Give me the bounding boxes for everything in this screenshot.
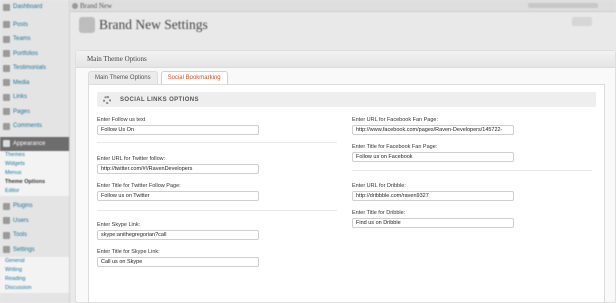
tab-content: SOCIAL LINKS OPTIONS Enter Follow us tex… bbox=[88, 84, 605, 303]
options-tabs: Main Theme Options Social Bookmarking bbox=[88, 71, 231, 84]
facebook-title-field-group: Enter Title for Facebook Fan Page: bbox=[352, 143, 514, 162]
skype-link-field-group: Enter Skype Link: bbox=[97, 221, 259, 240]
sidebar-item-label: Plugins bbox=[13, 203, 33, 210]
comment-icon bbox=[3, 122, 10, 130]
sidebar-item-label: Teams bbox=[13, 36, 31, 43]
dribble-title-field-group: Enter Title for Dribble: bbox=[352, 209, 514, 228]
dashboard-icon bbox=[3, 3, 10, 11]
sidebar-item-links[interactable]: Links bbox=[0, 90, 69, 105]
sidebar-item-label: Comments bbox=[13, 123, 43, 130]
sidebar-subitem-theme-options[interactable]: Theme Options bbox=[0, 178, 69, 187]
sidebar-item-portfolios[interactable]: Portfolios bbox=[0, 47, 69, 62]
sidebar-subitem-reading[interactable]: Reading bbox=[0, 275, 69, 284]
sidebar-subitem-editor[interactable]: Editor bbox=[0, 187, 69, 196]
link-icon bbox=[3, 93, 10, 101]
sidebar-item-media[interactable]: Media bbox=[0, 76, 69, 91]
twitter-title-field-group: Enter Title for Twitter Follow Page: bbox=[97, 182, 259, 201]
sidebar-item-pages[interactable]: Pages bbox=[0, 105, 69, 120]
sidebar-subitem-writing[interactable]: Writing bbox=[0, 266, 69, 275]
facebook-url-input[interactable] bbox=[352, 125, 514, 135]
sidebar-subitem-widgets[interactable]: Widgets bbox=[0, 160, 69, 169]
sidebar-item-users[interactable]: Users bbox=[0, 214, 69, 229]
dribble-title-input[interactable] bbox=[352, 218, 514, 228]
follow-text-field-group: Enter Follow us text bbox=[97, 116, 259, 135]
help-button[interactable] bbox=[572, 17, 592, 26]
sidebar-item-label: Settings bbox=[13, 246, 35, 253]
facebook-title-input[interactable] bbox=[352, 152, 514, 162]
sidebar-item-label: Appearance bbox=[13, 140, 46, 147]
tab-main-theme-options[interactable]: Main Theme Options bbox=[88, 71, 158, 84]
sidebar-item-label: Pages bbox=[13, 108, 31, 115]
panel-title: Main Theme Options bbox=[76, 51, 615, 68]
plugin-icon bbox=[3, 202, 10, 210]
sidebar-item-posts[interactable]: Posts bbox=[0, 18, 69, 33]
page-title: Brand New Settings bbox=[99, 17, 208, 32]
twitter-url-input[interactable] bbox=[97, 164, 259, 174]
dribble-url-field-group: Enter URL for Dribble: bbox=[352, 182, 514, 201]
sidebar-item-comments[interactable]: Comments bbox=[0, 119, 69, 134]
field-label: Enter Title for Dribble: bbox=[352, 210, 406, 216]
skype-title-input[interactable] bbox=[97, 257, 259, 267]
divider bbox=[97, 210, 337, 211]
tools-icon bbox=[3, 231, 10, 239]
settings-icon bbox=[3, 246, 10, 254]
field-label: Enter Title for Twitter Follow Page: bbox=[97, 183, 181, 189]
skype-title-field-group: Enter Title for Skype Link: bbox=[97, 248, 259, 267]
pin-icon bbox=[3, 35, 10, 43]
media-icon bbox=[3, 79, 10, 87]
field-label: Enter Title for Facebook Fan Page: bbox=[352, 144, 438, 150]
appearance-icon bbox=[3, 140, 10, 148]
user-menu[interactable] bbox=[528, 3, 598, 8]
field-label: Enter Title for Skype Link: bbox=[97, 249, 160, 255]
sidebar-item-label: Links bbox=[13, 94, 28, 101]
sidebar-item-tools[interactable]: Tools bbox=[0, 228, 69, 243]
sidebar-item-label: Tools bbox=[13, 232, 28, 239]
admin-topbar: Brand New bbox=[70, 0, 616, 12]
facebook-url-field-group: Enter URL for Facebook Fan Page: bbox=[352, 116, 514, 135]
tab-social-bookmarking[interactable]: Social Bookmarking bbox=[160, 71, 228, 84]
gear-icon bbox=[103, 95, 111, 104]
sidebar-item-dashboard[interactable]: Dashboard bbox=[0, 0, 69, 15]
sidebar-item-label: Dashboard bbox=[13, 4, 43, 11]
sidebar-subitem-themes[interactable]: Themes bbox=[0, 151, 69, 160]
sidebar-item-label: Testimonials bbox=[13, 65, 47, 72]
dribble-url-input[interactable] bbox=[352, 191, 514, 201]
field-label: Enter Skype Link: bbox=[97, 222, 141, 228]
sidebar-item-settings[interactable]: Settings bbox=[0, 243, 69, 258]
sidebar-item-label: Portfolios bbox=[13, 50, 39, 57]
sidebar-item-teams[interactable]: Teams bbox=[0, 32, 69, 47]
pin-icon bbox=[3, 64, 10, 72]
site-icon bbox=[72, 3, 78, 9]
skype-link-input[interactable] bbox=[97, 230, 259, 240]
page-icon bbox=[3, 108, 10, 116]
sidebar-subitem-discussion[interactable]: Discussion bbox=[0, 284, 69, 293]
follow-text-input[interactable] bbox=[97, 125, 259, 135]
sidebar-item-label: Media bbox=[13, 79, 30, 86]
sidebar-item-testimonials[interactable]: Testimonials bbox=[0, 61, 69, 76]
twitter-title-input[interactable] bbox=[97, 191, 259, 201]
site-name[interactable]: Brand New bbox=[80, 2, 112, 10]
sidebar-subitem-menus[interactable]: Menus bbox=[0, 169, 69, 178]
sidebar-item-appearance[interactable]: Appearance bbox=[0, 136, 69, 151]
section-title: SOCIAL LINKS OPTIONS bbox=[120, 96, 199, 103]
pin-icon bbox=[3, 50, 10, 58]
sidebar-item-label: Users bbox=[13, 217, 29, 224]
field-label: Enter Follow us text bbox=[97, 117, 146, 123]
admin-sidebar: Dashboard Posts Teams Portfolios Testimo… bbox=[0, 0, 70, 303]
sidebar-item-label: Posts bbox=[13, 21, 29, 28]
sidebar-item-plugins[interactable]: Plugins bbox=[0, 199, 69, 214]
field-label: Enter URL for Dribble: bbox=[352, 183, 406, 189]
users-icon bbox=[3, 217, 10, 225]
divider bbox=[352, 170, 592, 171]
field-label: Enter URL for Twitter follow: bbox=[97, 156, 166, 162]
twitter-url-field-group: Enter URL for Twitter follow: bbox=[97, 155, 259, 174]
sidebar-subitem-general[interactable]: General bbox=[0, 257, 69, 266]
theme-options-panel: Main Theme Options Main Theme Options So… bbox=[75, 50, 616, 303]
theme-options-icon bbox=[79, 17, 95, 33]
section-header: SOCIAL LINKS OPTIONS bbox=[97, 92, 596, 107]
field-label: Enter URL for Facebook Fan Page: bbox=[352, 117, 439, 123]
pin-icon bbox=[3, 21, 10, 29]
divider bbox=[97, 142, 337, 143]
